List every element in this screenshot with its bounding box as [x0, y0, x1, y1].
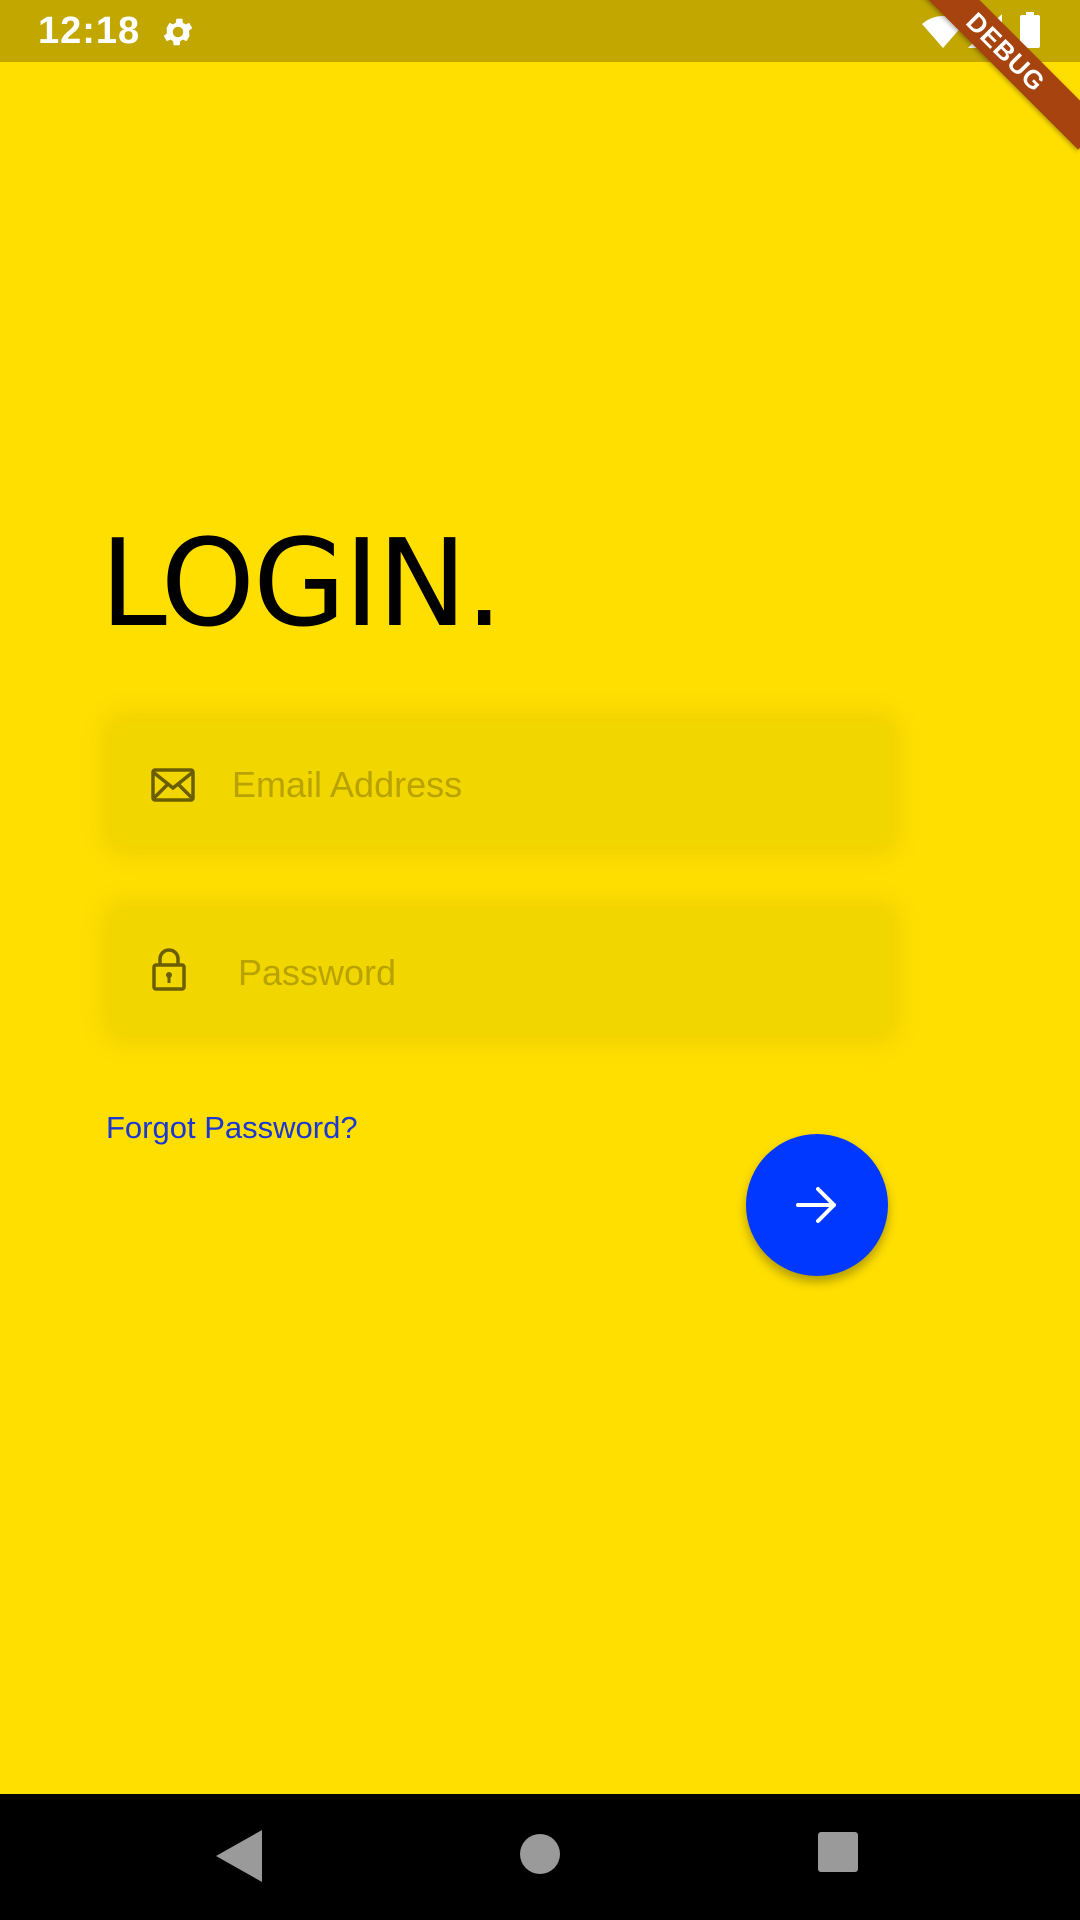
gear-icon — [163, 18, 193, 46]
arrow-right-icon — [796, 1187, 836, 1223]
home-icon[interactable] — [520, 1834, 560, 1874]
navigation-bar — [0, 1794, 1080, 1920]
login-submit-button[interactable] — [746, 1134, 888, 1276]
envelope-icon — [151, 768, 195, 802]
forgot-password-link[interactable]: Forgot Password? — [106, 1110, 358, 1146]
password-input[interactable] — [236, 934, 860, 1012]
password-field[interactable] — [112, 910, 890, 1034]
email-field[interactable] — [112, 722, 890, 846]
back-icon[interactable] — [216, 1830, 262, 1882]
recents-icon[interactable] — [818, 1832, 858, 1872]
status-time: 12:18 — [38, 10, 141, 52]
status-bar: 12:18 — [0, 0, 1080, 62]
lock-icon — [152, 948, 186, 991]
email-input[interactable] — [230, 746, 854, 824]
page-title: LOGIN. — [100, 515, 503, 654]
